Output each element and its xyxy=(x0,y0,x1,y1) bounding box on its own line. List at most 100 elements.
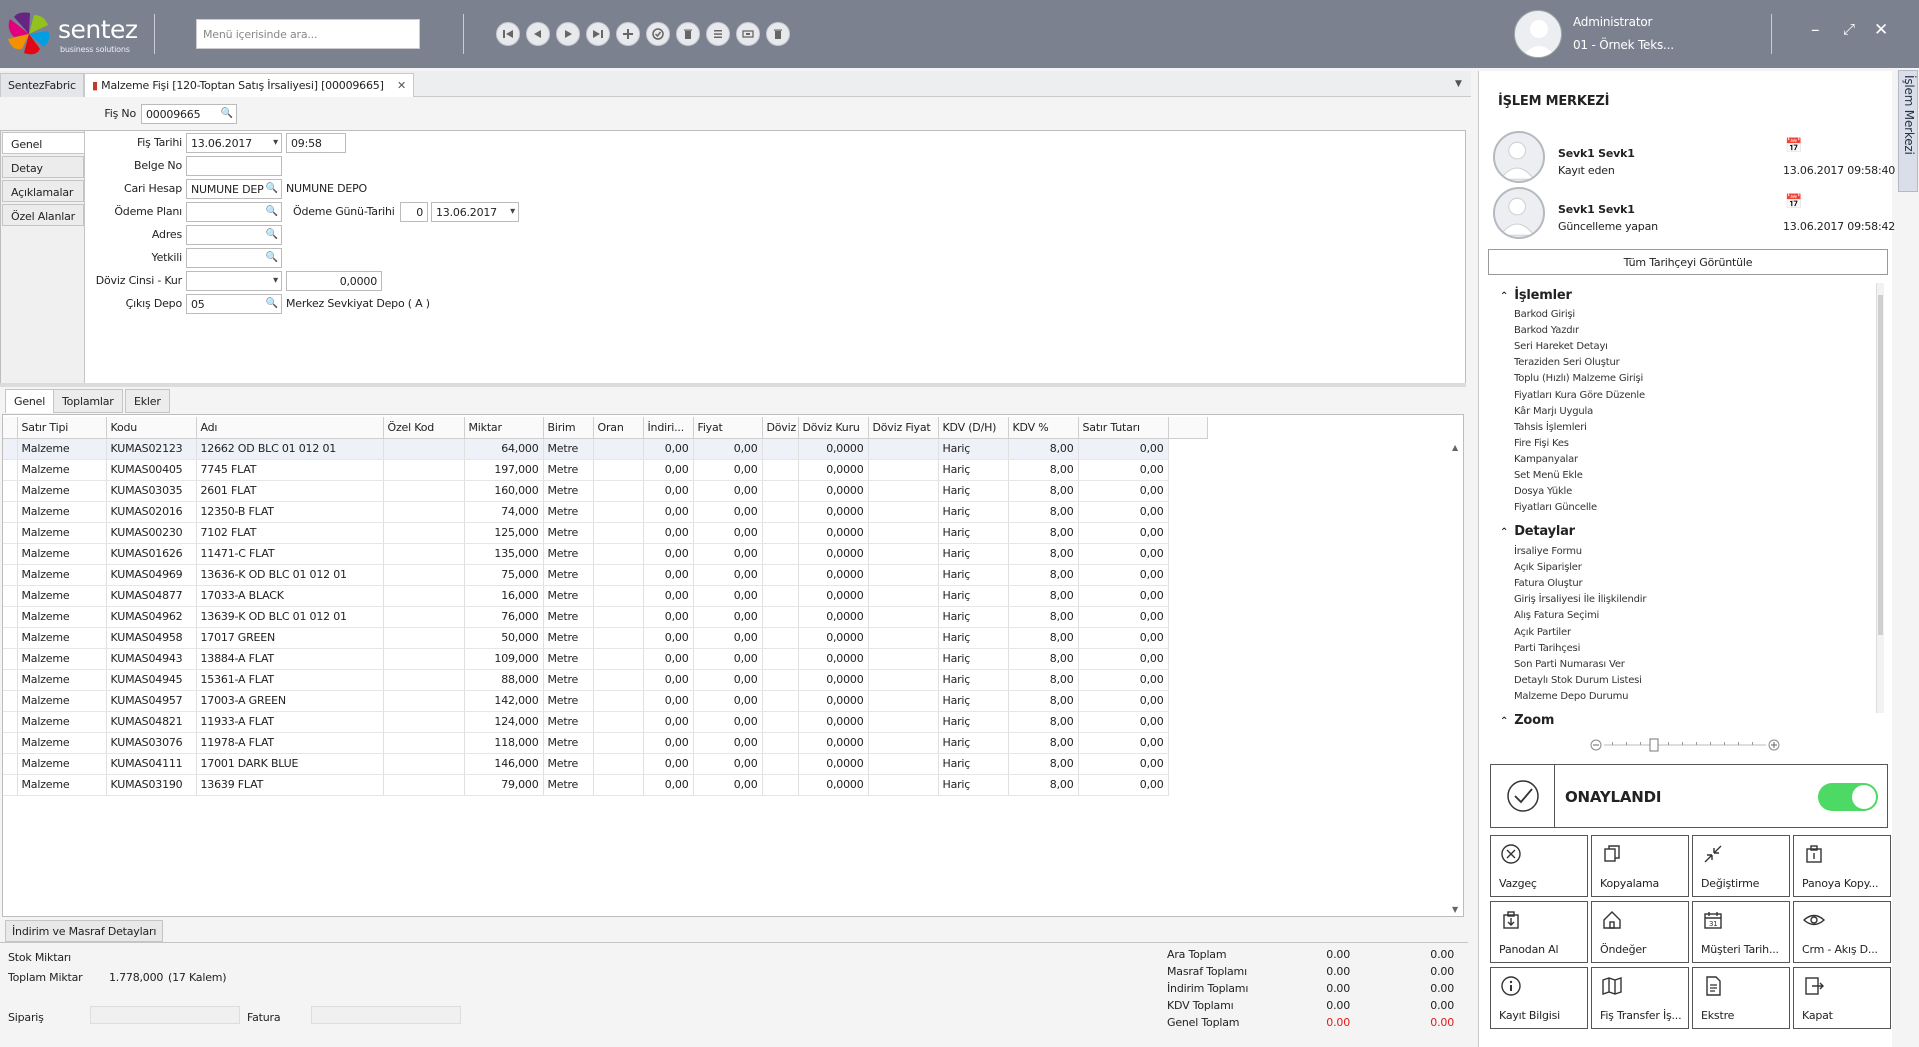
table-cell[interactable]: KUMAS04943 xyxy=(106,648,197,670)
discount-expense-tab[interactable]: İndirim ve Masraf Detayları xyxy=(5,920,164,942)
islemler-item[interactable]: Dosya Yükle xyxy=(1514,486,1572,497)
table-cell[interactable] xyxy=(762,690,799,712)
table-cell[interactable] xyxy=(762,438,799,460)
row-indicator[interactable] xyxy=(3,732,18,754)
close-window-button[interactable]: ✕ xyxy=(1874,20,1888,40)
table-cell[interactable]: Hariç xyxy=(938,711,1009,733)
row-indicator[interactable] xyxy=(3,543,18,565)
table-cell[interactable]: 8,00 xyxy=(1008,501,1079,523)
table-cell[interactable]: 8,00 xyxy=(1008,753,1079,775)
column-header[interactable]: Döviz Fiyat xyxy=(868,417,939,439)
table-cell[interactable] xyxy=(868,753,939,775)
add-record-button[interactable] xyxy=(616,22,640,46)
table-cell[interactable]: 79,000 xyxy=(464,774,544,796)
grid-tab-ekler[interactable]: Ekler xyxy=(125,389,170,413)
table-cell[interactable] xyxy=(383,480,465,502)
delete-record-button[interactable] xyxy=(676,22,700,46)
table-cell[interactable] xyxy=(383,627,465,649)
table-cell[interactable]: 0,00 xyxy=(643,774,694,796)
panel-scroll-thumb[interactable] xyxy=(1878,295,1883,635)
table-cell[interactable]: 0,00 xyxy=(643,690,694,712)
table-cell[interactable]: 0,0000 xyxy=(798,543,869,565)
table-cell[interactable]: Metre xyxy=(543,711,594,733)
table-cell[interactable]: Malzeme xyxy=(17,711,107,733)
table-cell[interactable]: 0,00 xyxy=(693,438,763,460)
action-kapat-button[interactable]: Kapat xyxy=(1793,967,1891,1029)
table-cell[interactable]: 8,00 xyxy=(1008,732,1079,754)
tab-close-icon[interactable]: ✕ xyxy=(397,79,406,92)
table-cell[interactable]: 0,00 xyxy=(693,690,763,712)
table-cell[interactable]: 0,00 xyxy=(643,753,694,775)
table-cell[interactable]: 0,00 xyxy=(643,438,694,460)
search-icon[interactable]: 🔍 xyxy=(266,183,278,194)
table-cell[interactable] xyxy=(762,585,799,607)
table-cell[interactable]: 135,000 xyxy=(464,543,544,565)
table-cell[interactable]: 8,00 xyxy=(1008,585,1079,607)
table-cell[interactable]: 7745 FLAT xyxy=(196,459,384,481)
tab-sentezfabric[interactable]: SentezFabric xyxy=(0,73,84,97)
adres-field[interactable]: 🔍 xyxy=(186,225,282,245)
doviz-cinsi-field[interactable]: ▾ xyxy=(186,271,282,291)
table-cell[interactable]: 13639-K OD BLC 01 012 01 xyxy=(196,606,384,628)
table-cell[interactable] xyxy=(762,480,799,502)
table-cell[interactable] xyxy=(593,564,644,586)
action-ekstre-button[interactable]: Ekstre xyxy=(1692,967,1790,1029)
side-tab-aciklamalar[interactable]: Açıklamalar xyxy=(2,180,84,202)
column-header[interactable]: İndiri... xyxy=(643,417,694,439)
table-cell[interactable]: 17033-A BLACK xyxy=(196,585,384,607)
table-cell[interactable]: Metre xyxy=(543,459,594,481)
table-cell[interactable] xyxy=(593,438,644,460)
islemler-item[interactable]: Fire Fişi Kes xyxy=(1514,438,1569,449)
table-cell[interactable] xyxy=(593,774,644,796)
table-cell[interactable]: 0,00 xyxy=(693,585,763,607)
table-row[interactable]: Malzeme KUMAS04969 13636-K OD BLC 01 012 0… xyxy=(3,564,1208,586)
table-cell[interactable]: Hariç xyxy=(938,459,1009,481)
table-cell[interactable]: 0,0000 xyxy=(798,522,869,544)
action-kopyalama-button[interactable]: Kopyalama xyxy=(1591,835,1689,897)
table-cell[interactable]: KUMAS04969 xyxy=(106,564,197,586)
table-cell[interactable] xyxy=(868,711,939,733)
column-header[interactable]: Döviz xyxy=(762,417,799,439)
table-row[interactable]: Malzeme KUMAS04943 13884-A FLAT 109,000 Metr… xyxy=(3,648,1208,670)
table-row[interactable]: Malzeme KUMAS04957 17003-A GREEN 142,000 Met… xyxy=(3,690,1208,712)
table-cell[interactable] xyxy=(762,732,799,754)
table-cell[interactable]: 8,00 xyxy=(1008,459,1079,481)
table-cell[interactable]: 0,00 xyxy=(643,711,694,733)
action-öndeğer-button[interactable]: Öndeğer xyxy=(1591,901,1689,963)
next-record-button[interactable] xyxy=(556,22,580,46)
table-cell[interactable] xyxy=(383,753,465,775)
table-cell[interactable]: 0,00 xyxy=(643,522,694,544)
table-cell[interactable]: Malzeme xyxy=(17,732,107,754)
table-cell[interactable]: 8,00 xyxy=(1008,564,1079,586)
table-cell[interactable]: 0,00 xyxy=(643,732,694,754)
table-cell[interactable]: KUMAS04962 xyxy=(106,606,197,628)
table-cell[interactable] xyxy=(383,669,465,691)
row-indicator[interactable] xyxy=(3,753,18,775)
table-cell[interactable]: KUMAS03190 xyxy=(106,774,197,796)
table-cell[interactable]: Metre xyxy=(543,606,594,628)
section-detaylar[interactable]: ⌃ Detaylar xyxy=(1500,524,1575,539)
table-cell[interactable]: Metre xyxy=(543,564,594,586)
row-indicator[interactable] xyxy=(3,522,18,544)
action-müşteri-tarih-button[interactable]: 31 Müşteri Tarih... xyxy=(1692,901,1790,963)
detaylar-item[interactable]: Alış Fatura Seçimi xyxy=(1514,610,1599,621)
side-tab-ozel-alanlar[interactable]: Özel Alanlar xyxy=(2,204,84,226)
table-cell[interactable]: 0,00 xyxy=(693,606,763,628)
column-header[interactable]: Birim xyxy=(543,417,594,439)
grid-tab-genel[interactable]: Genel xyxy=(5,389,55,413)
detaylar-item[interactable]: İrsaliye Formu xyxy=(1514,546,1582,557)
table-cell[interactable]: 0,0000 xyxy=(798,711,869,733)
action-panodan-al-button[interactable]: Panodan Al xyxy=(1490,901,1588,963)
yetkili-field[interactable]: 🔍 xyxy=(186,248,282,268)
table-cell[interactable]: Metre xyxy=(543,480,594,502)
user-company[interactable]: 01 - Örnek Teks... xyxy=(1573,38,1674,52)
table-cell[interactable]: Hariç xyxy=(938,732,1009,754)
table-cell[interactable]: 0,00 xyxy=(643,669,694,691)
table-cell[interactable] xyxy=(383,585,465,607)
table-cell[interactable] xyxy=(868,669,939,691)
table-cell[interactable]: 15361-A FLAT xyxy=(196,669,384,691)
table-cell[interactable]: 0,00 xyxy=(1078,564,1169,586)
table-cell[interactable] xyxy=(593,753,644,775)
table-cell[interactable]: 0,0000 xyxy=(798,585,869,607)
table-cell[interactable] xyxy=(762,501,799,523)
